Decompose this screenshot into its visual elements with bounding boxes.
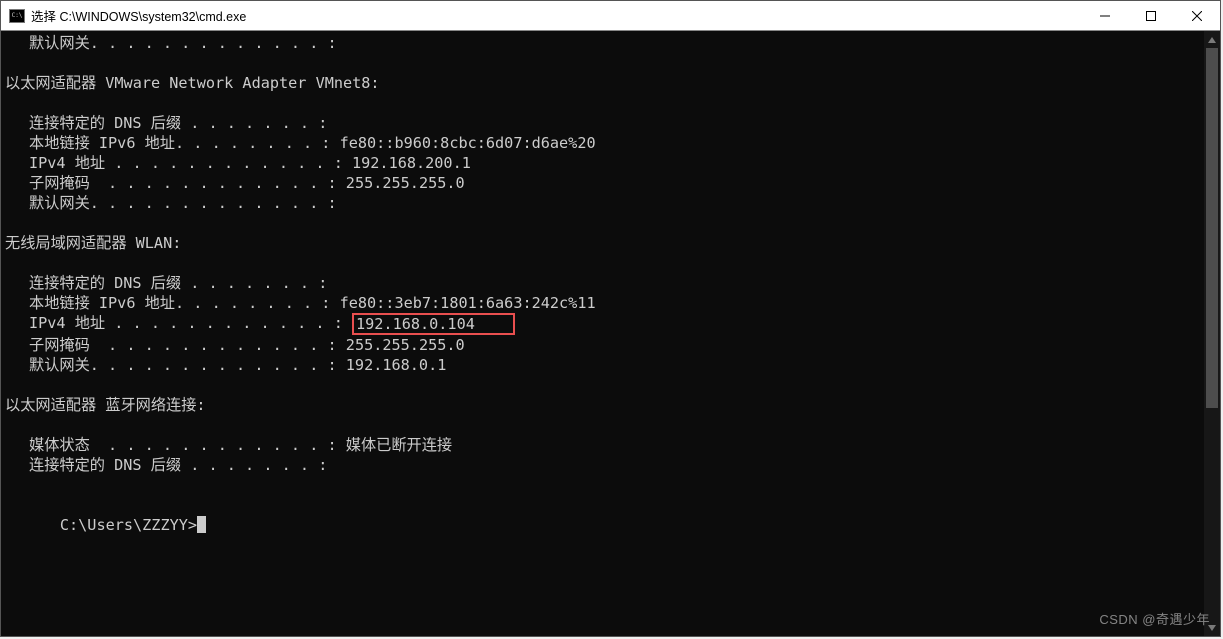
blank-line [5, 253, 1220, 273]
vmnet8-subnet: 子网掩码 . . . . . . . . . . . . : 255.255.2… [5, 173, 1220, 193]
kv-sep: : [318, 335, 345, 355]
kv-dots: . . . . . . . . . . . . [108, 335, 318, 355]
maximize-button[interactable] [1128, 1, 1174, 30]
kv-dots: . . . . . . . . [175, 293, 312, 313]
kv-dots: . . . . . . . . . . . . [108, 435, 318, 455]
kv-dots: . . . . . . . . . . . . . [90, 193, 319, 213]
bt-dns-suffix: 连接特定的 DNS 后缀 . . . . . . . : [5, 455, 1220, 475]
wlan-subnet: 子网掩码 . . . . . . . . . . . . : 255.255.2… [5, 335, 1220, 355]
top-gateway-line: 默认网关 . . . . . . . . . . . . . : [5, 33, 1220, 53]
kv-value: 255.255.255.0 [346, 173, 465, 193]
kv-label: 默认网关 [29, 193, 90, 213]
kv-label: IPv4 地址 [29, 313, 114, 335]
kv-label: 连接特定的 DNS 后缀 [29, 455, 190, 475]
vertical-scrollbar[interactable] [1204, 31, 1220, 636]
vmnet8-ipv6: 本地链接 IPv6 地址 . . . . . . . . : fe80::b96… [5, 133, 1220, 153]
highlighted-ip: 192.168.0.104 [352, 313, 515, 335]
chevron-up-icon [1208, 37, 1216, 43]
kv-value: fe80::b960:8cbc:6d07:d6ae%20 [340, 133, 596, 153]
kv-sep: : [312, 293, 339, 313]
blank-line [5, 93, 1220, 113]
kv-dots: . . . . . . . . . . . . [114, 313, 324, 335]
blank-line [5, 475, 1220, 495]
kv-value: 192.168.200.1 [352, 153, 471, 173]
kv-dots: . . . . . . . . . . . . . [90, 355, 319, 375]
kv-dots: . . . . . . . [190, 273, 309, 293]
kv-sep: : [309, 113, 336, 133]
vmnet8-dns-suffix: 连接特定的 DNS 后缀 . . . . . . . : [5, 113, 1220, 133]
kv-sep: : [325, 313, 352, 335]
kv-label: 默认网关 [29, 33, 90, 53]
kv-dots: . . . . . . . . . . . . [108, 173, 318, 193]
kv-sep: : [318, 33, 345, 53]
titlebar[interactable]: 选择 C:\WINDOWS\system32\cmd.exe [1, 1, 1220, 31]
blank-line [5, 415, 1220, 435]
wlan-ipv4: IPv4 地址 . . . . . . . . . . . . : 192.16… [5, 313, 1220, 335]
kv-dots: . . . . . . . . [175, 133, 312, 153]
kv-label: 子网掩码 [29, 173, 108, 193]
prompt-line: C:\Users\ZZZYY> [5, 495, 1220, 555]
kv-label: 连接特定的 DNS 后缀 [29, 113, 190, 133]
minimize-icon [1100, 11, 1110, 21]
kv-value: 媒体已断开连接 [346, 435, 452, 455]
kv-sep: : [312, 133, 339, 153]
vmnet8-gateway: 默认网关 . . . . . . . . . . . . . : [5, 193, 1220, 213]
scroll-thumb[interactable] [1206, 48, 1218, 408]
maximize-icon [1146, 11, 1156, 21]
blank-line [5, 375, 1220, 395]
kv-sep: : [309, 273, 336, 293]
kv-dots: . . . . . . . . . . . . . [90, 33, 319, 53]
adapter-vmnet8-header: 以太网适配器 VMware Network Adapter VMnet8: [5, 73, 1220, 93]
cmd-icon [9, 9, 25, 23]
terminal-area[interactable]: 默认网关 . . . . . . . . . . . . . : 以太网适配器 … [1, 31, 1220, 636]
kv-sep: : [318, 193, 345, 213]
kv-label: 本地链接 IPv6 地址 [29, 133, 175, 153]
blank-line [5, 53, 1220, 73]
kv-label: IPv4 地址 [29, 153, 114, 173]
kv-sep: : [325, 153, 352, 173]
kv-value: fe80::3eb7:1801:6a63:242c%11 [340, 293, 596, 313]
scroll-up-button[interactable] [1204, 31, 1220, 48]
close-icon [1192, 11, 1202, 21]
window-controls [1082, 1, 1220, 30]
kv-value: 255.255.255.0 [346, 335, 465, 355]
cmd-window: 选择 C:\WINDOWS\system32\cmd.exe 默认网关 . . … [0, 0, 1221, 637]
adapter-wlan-header: 无线局域网适配器 WLAN: [5, 233, 1220, 253]
kv-dots: . . . . . . . [190, 455, 309, 475]
kv-label: 连接特定的 DNS 后缀 [29, 273, 190, 293]
watermark-text: CSDN @奇遇少年 [1099, 610, 1210, 630]
bt-media-state: 媒体状态 . . . . . . . . . . . . : 媒体已断开连接 [5, 435, 1220, 455]
kv-label: 默认网关 [29, 355, 90, 375]
kv-dots: . . . . . . . [190, 113, 309, 133]
close-button[interactable] [1174, 1, 1220, 30]
vmnet8-ipv4: IPv4 地址 . . . . . . . . . . . . : 192.16… [5, 153, 1220, 173]
kv-label: 媒体状态 [29, 435, 108, 455]
wlan-dns-suffix: 连接特定的 DNS 后缀 . . . . . . . : [5, 273, 1220, 293]
kv-sep: : [318, 355, 345, 375]
adapter-bt-header: 以太网适配器 蓝牙网络连接: [5, 395, 1220, 415]
kv-sep: : [318, 435, 345, 455]
kv-dots: . . . . . . . . . . . . [114, 153, 324, 173]
kv-label: 子网掩码 [29, 335, 108, 355]
prompt-text: C:\Users\ZZZYY> [60, 516, 197, 534]
window-title: 选择 C:\WINDOWS\system32\cmd.exe [31, 6, 246, 25]
kv-value: 192.168.0.1 [346, 355, 447, 375]
kv-value: 192.168.0.104 [356, 315, 475, 333]
blank-line [5, 213, 1220, 233]
minimize-button[interactable] [1082, 1, 1128, 30]
kv-sep: : [309, 455, 336, 475]
wlan-gateway: 默认网关 . . . . . . . . . . . . . : 192.168… [5, 355, 1220, 375]
wlan-ipv6: 本地链接 IPv6 地址 . . . . . . . . : fe80::3eb… [5, 293, 1220, 313]
kv-sep: : [318, 173, 345, 193]
cursor-icon [197, 516, 206, 533]
kv-label: 本地链接 IPv6 地址 [29, 293, 175, 313]
